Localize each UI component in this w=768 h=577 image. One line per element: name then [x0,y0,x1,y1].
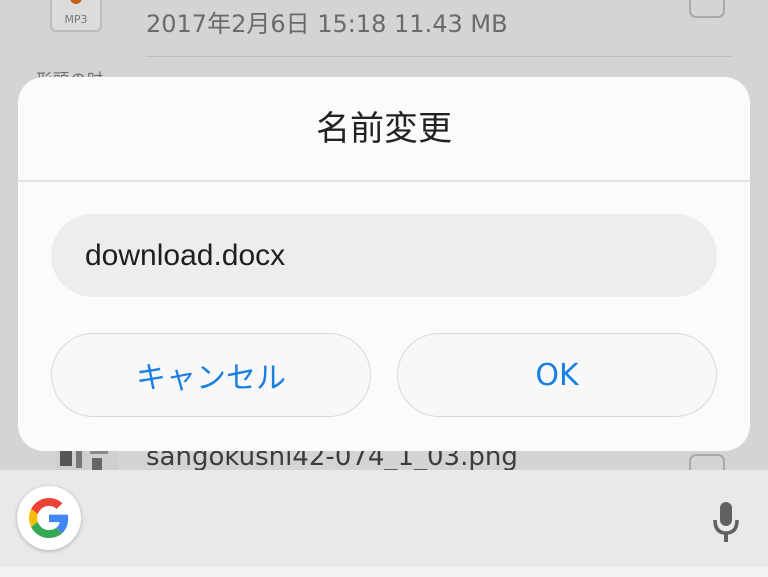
dialog-title: 名前変更 [316,109,452,149]
file-meta: 2017年2月6日 15:18 11.43 MB [146,10,508,38]
mp3-icon-label: MP3 [64,13,88,26]
mp3-file-icon: MP3 [50,0,102,32]
row-divider [146,56,732,57]
filename-input[interactable] [51,214,717,297]
mic-icon [713,502,739,542]
ok-button[interactable]: OK [397,333,717,417]
google-button[interactable] [17,486,81,550]
dialog-header: 名前変更 [18,77,750,181]
row-checkbox-mp3[interactable] [689,0,725,18]
dialog-divider [18,180,750,182]
google-search-bar[interactable] [0,470,768,577]
voice-search-button[interactable] [706,497,746,547]
cancel-button[interactable]: キャンセル [51,333,371,417]
row-checkbox-png[interactable] [689,454,725,470]
music-note-icon [70,0,82,4]
rename-dialog: 名前変更 キャンセル OK [18,77,750,451]
google-g-icon [29,498,69,538]
